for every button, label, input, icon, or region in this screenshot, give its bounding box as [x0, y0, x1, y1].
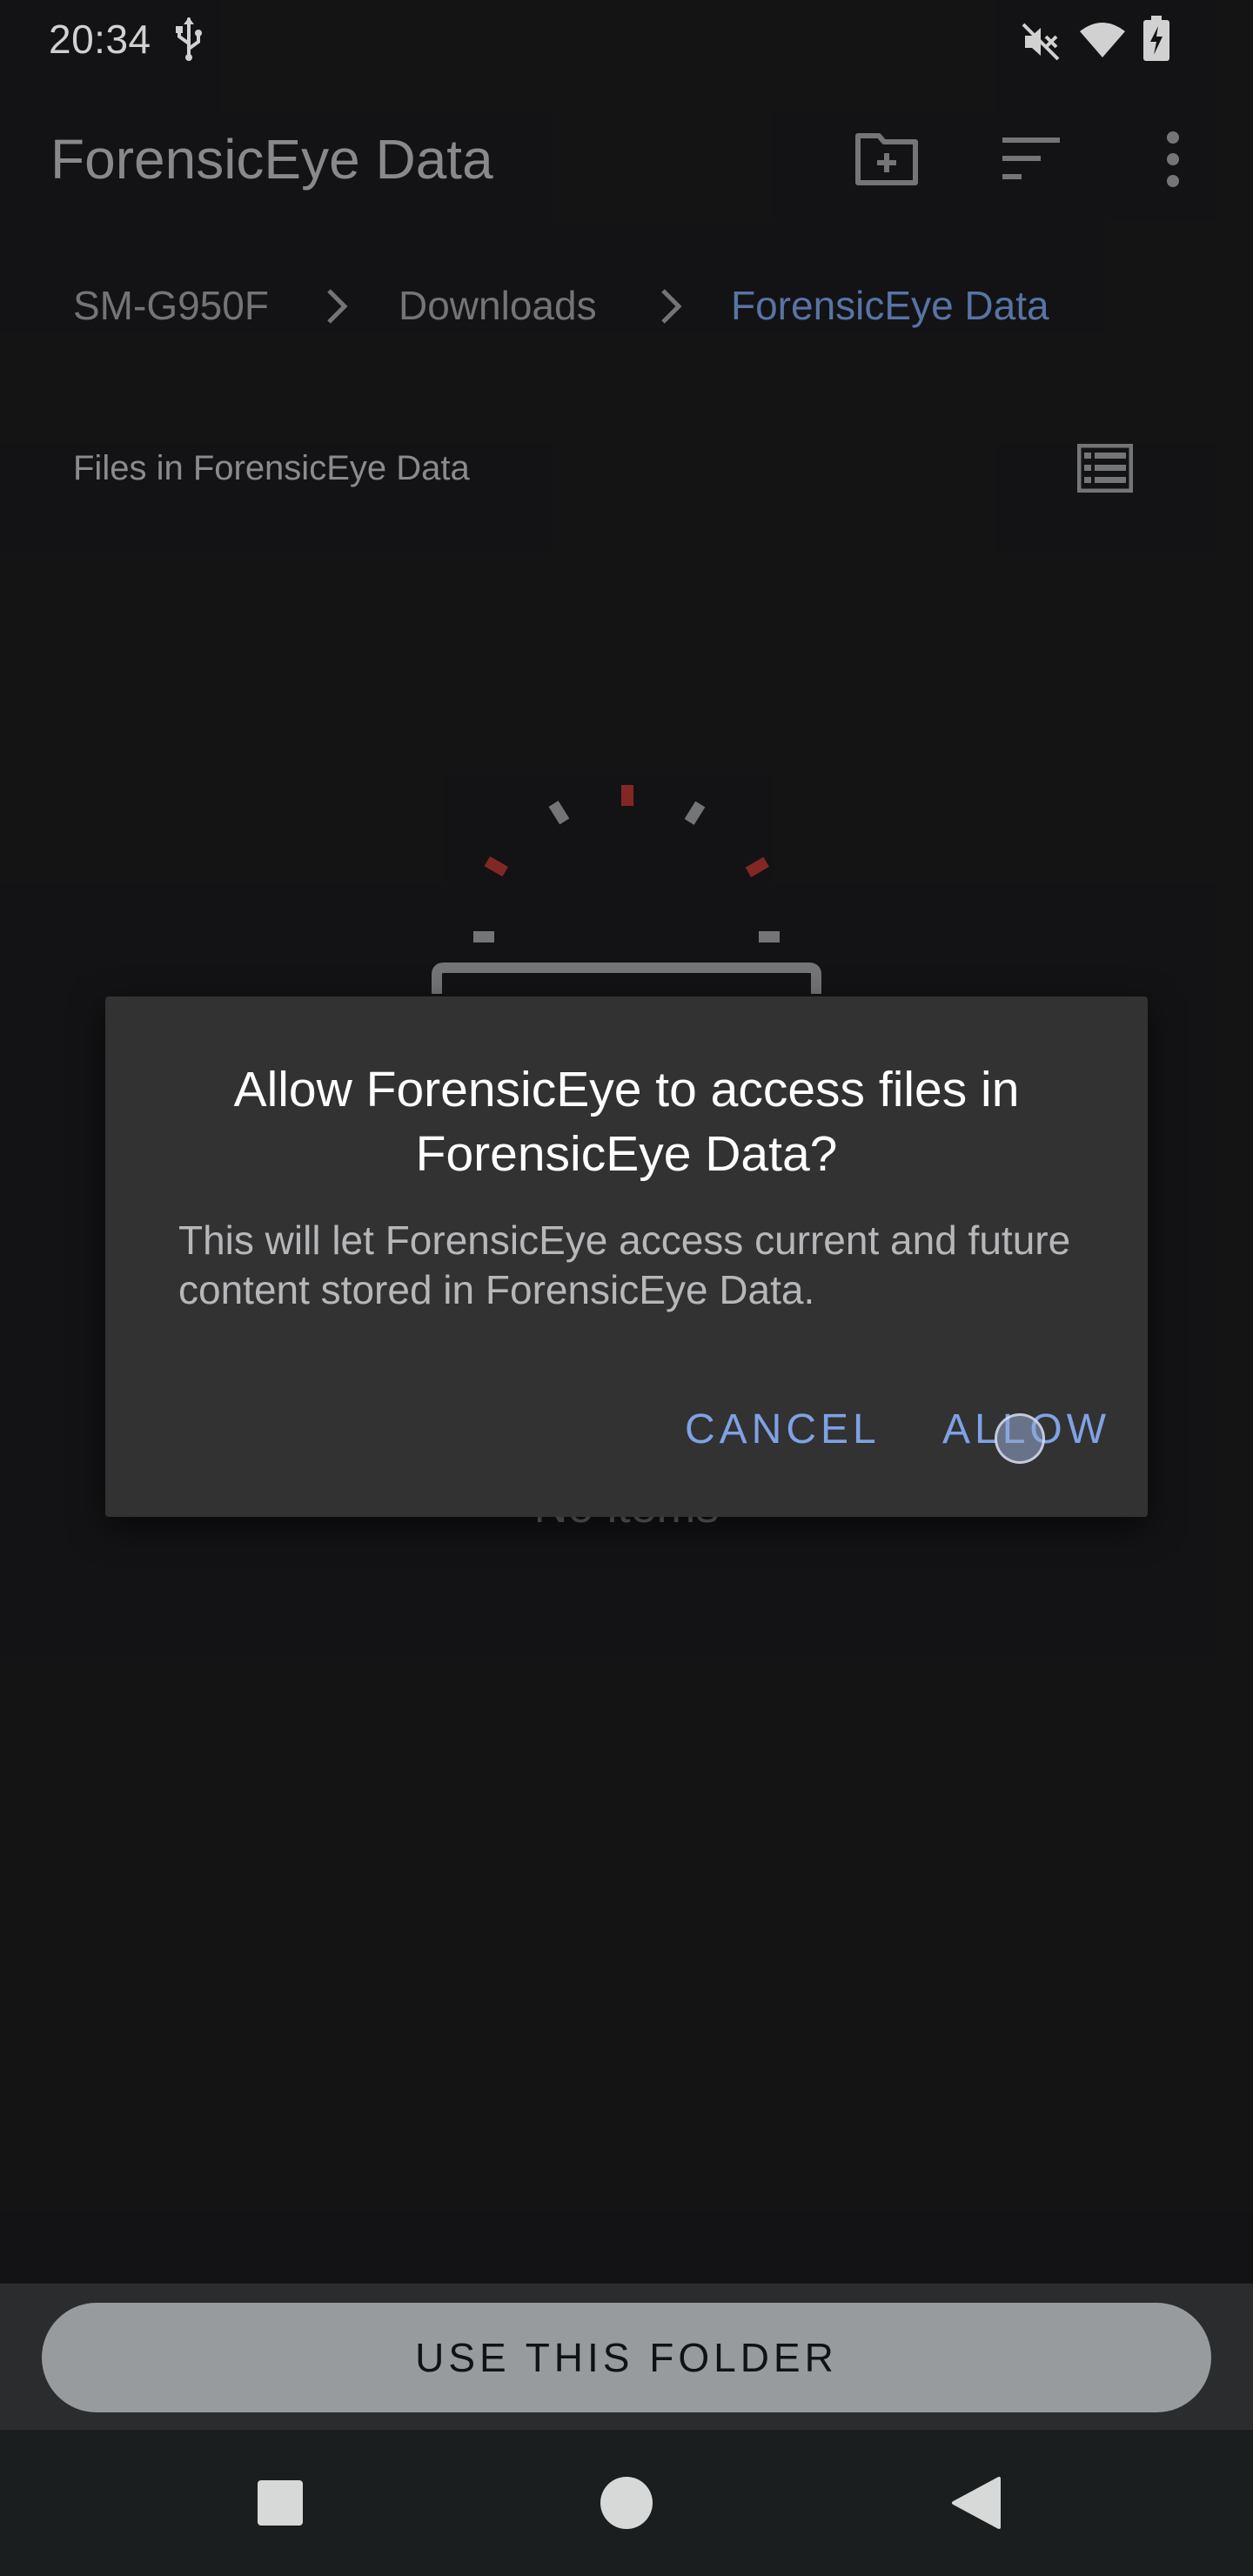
- bottom-action-bar: USE THIS FOLDER: [0, 2284, 1253, 2430]
- recents-square-icon[interactable]: [258, 2480, 303, 2526]
- cancel-button[interactable]: CANCEL: [685, 1397, 881, 1463]
- touch-indicator: [995, 1413, 1045, 1464]
- home-circle-icon[interactable]: [600, 2477, 653, 2529]
- navigation-bar: [0, 2430, 1253, 2576]
- screen: 20:34 ForensicEye Data SM-G950F Download…: [0, 0, 1253, 2576]
- dialog-message: This will let ForensicEye access current…: [178, 1218, 1071, 1312]
- use-this-folder-button[interactable]: USE THIS FOLDER: [42, 2303, 1211, 2412]
- permission-dialog: Allow ForensicEye to access files in For…: [105, 996, 1148, 1517]
- back-triangle-icon[interactable]: [948, 2475, 1002, 2531]
- dialog-title: Allow ForensicEye to access files in For…: [233, 1062, 1020, 1182]
